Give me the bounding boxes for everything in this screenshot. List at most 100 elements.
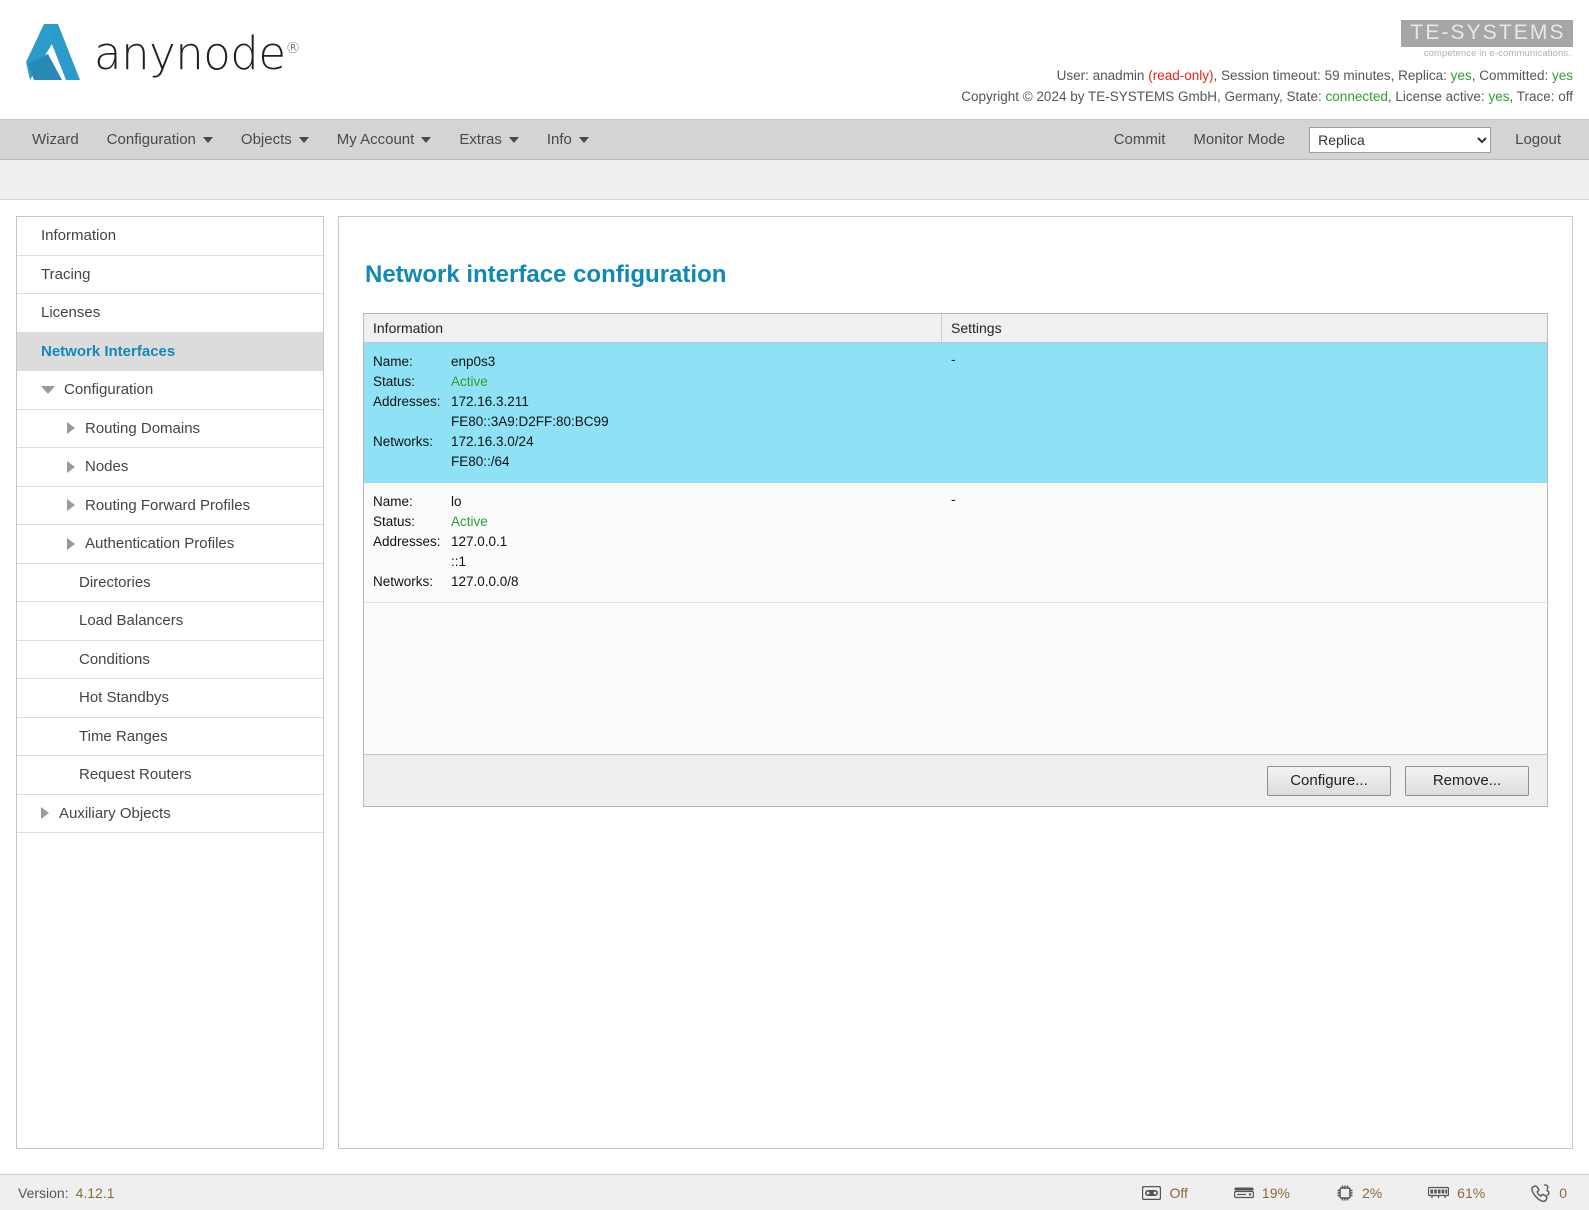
app-header: anynode® TE-SYSTEMS competence in e-comm… <box>0 0 1589 120</box>
triangle-right-icon[interactable] <box>67 499 75 512</box>
nav-item-label: Wizard <box>32 131 79 148</box>
chevron-down-icon <box>421 136 432 143</box>
license-active-value: yes <box>1488 88 1510 104</box>
sidebar-item-auxiliary-objects[interactable]: Auxiliary Objects <box>17 795 323 833</box>
triangle-right-icon[interactable] <box>41 807 49 820</box>
te-systems-tagline: competence in e-communications. <box>1423 48 1571 60</box>
triangle-right-icon[interactable] <box>67 460 75 473</box>
interface-networks-field: Networks: 127.0.0.0/8 <box>373 572 933 592</box>
table-row[interactable]: Name: enp0s3 Status: Active Addresses: 172.16… <box>364 343 1547 483</box>
sidebar-item-conditions[interactable]: Conditions <box>17 641 323 679</box>
sidebar-item-configuration[interactable]: Configuration <box>17 371 323 410</box>
interface-networks-label: Networks: <box>373 434 434 449</box>
sidebar-item-directories[interactable]: Directories <box>17 564 323 602</box>
triangle-down-icon[interactable] <box>41 385 55 394</box>
interface-status-value: Active <box>451 374 488 389</box>
sidebar-item-nodes[interactable]: Nodes <box>17 448 323 487</box>
sidebar-item-load-balancers[interactable]: Load Balancers <box>17 602 323 641</box>
status-bar: Version: 4.12.1 Off 19% 2% 61% 0 <box>0 1174 1589 1210</box>
committed-value: yes <box>1551 68 1573 83</box>
license-active-label: , License active: <box>1387 88 1485 104</box>
sidebar-item-label: Nodes <box>85 458 129 476</box>
sidebar-item-label: Routing Domains <box>85 419 201 437</box>
interface-addresses-field: Addresses: 127.0.0.1 ::1 <box>373 532 933 572</box>
sidebar-item-authentication-profiles[interactable]: Authentication Profiles <box>17 525 323 564</box>
column-header-information: Information <box>364 314 942 342</box>
interface-name-value: enp0s3 <box>451 354 496 369</box>
session-status: User: anadmin (read-only), Session timeo… <box>961 66 1573 108</box>
logout-button[interactable]: Logout <box>1501 125 1575 154</box>
sidebar-item-label: Directories <box>79 573 151 591</box>
sidebar-navigation: Information Tracing Licenses Network Interf… <box>16 216 324 1149</box>
registered-mark: ® <box>285 38 301 57</box>
session-timeout-value: 59 minutes <box>1324 68 1391 83</box>
interface-name-label: Name: <box>373 354 413 369</box>
interface-name-value: lo <box>451 494 462 509</box>
status-bar-metrics: Off 19% 2% 61% 0 <box>1142 1183 1567 1202</box>
nav-item-label: My Account <box>336 131 415 148</box>
interface-status-value: Active <box>451 514 488 529</box>
anynode-logo-mark <box>26 24 80 80</box>
sidebar-item-tracing[interactable]: Tracing <box>17 256 323 294</box>
sidebar-item-network-interfaces[interactable]: Network Interfaces <box>17 332 323 371</box>
nav-item-objects[interactable]: Objects <box>227 125 323 154</box>
session-timeout-label: , Session timeout: <box>1213 68 1321 83</box>
table-cell-settings: - <box>951 352 956 367</box>
user-mode-badge: (read-only) <box>1148 68 1214 83</box>
chevron-down-icon <box>202 136 213 143</box>
nav-item-label: Configuration <box>106 131 196 148</box>
version-value: 4.12.1 <box>75 1184 115 1201</box>
triangle-right-icon[interactable] <box>67 537 75 550</box>
sidebar-item-routing-domains[interactable]: Routing Domains <box>17 410 323 448</box>
table-cell-information: Name: lo Status: Active Addresses: 127.0.0.1 … <box>364 483 942 602</box>
monitor-mode-button[interactable]: Monitor Mode <box>1179 125 1299 154</box>
te-systems-name: TE-SYSTEMS <box>1401 20 1573 48</box>
sidebar-item-label: Load Balancers <box>79 612 184 630</box>
status-metric-value: Off <box>1169 1184 1188 1201</box>
remove-button[interactable]: Remove... <box>1405 765 1529 796</box>
configure-button[interactable]: Configure... <box>1267 765 1391 796</box>
interface-networks-value: 172.16.3.0/24 FE80::/64 <box>451 434 534 469</box>
status-metric-memory-ram: 61% <box>1428 1185 1485 1201</box>
sidebar-item-hot-standbys[interactable]: Hot Standbys <box>17 679 323 718</box>
nav-item-label: Extras <box>459 131 502 148</box>
sidebar-item-routing-forward-profiles[interactable]: Routing Forward Profiles <box>17 487 323 525</box>
copyright-text: Copyright © 2024 by TE-SYSTEMS GmbH, Ger… <box>961 88 1322 104</box>
version-label: Version: <box>18 1184 69 1201</box>
chevron-down-icon <box>508 136 519 143</box>
sidebar-item-request-routers[interactable]: Request Routers <box>17 756 323 795</box>
main-navigation-bar: Wizard Configuration Objects My Account Extr… <box>0 120 1589 160</box>
sidebar-item-information[interactable]: Information <box>17 217 323 256</box>
nav-item-configuration[interactable]: Configuration <box>93 125 227 154</box>
commit-button[interactable]: Commit <box>1100 125 1180 154</box>
replica-label: , Replica: <box>1390 68 1447 83</box>
te-systems-logo: TE-SYSTEMS competence in e-communication… <box>1401 20 1573 59</box>
nav-item-extras[interactable]: Extras <box>445 125 533 154</box>
column-header-settings: Settings <box>951 320 1002 336</box>
nav-right-group: Commit Monitor Mode Replica Logout <box>1100 125 1575 154</box>
sidebar-item-label: Authentication Profiles <box>85 535 235 553</box>
committed-label: , Committed: <box>1471 68 1549 83</box>
nav-item-info[interactable]: Info <box>533 125 603 154</box>
sidebar-item-label: Information <box>41 227 117 245</box>
sidebar-item-time-ranges[interactable]: Time Ranges <box>17 718 323 756</box>
sidebar-item-label: Network Interfaces <box>41 342 176 360</box>
status-metric-hard-disk: 19% <box>1233 1185 1290 1201</box>
sidebar-item-label: Routing Forward Profiles <box>85 496 251 514</box>
interface-addresses-label: Addresses: <box>373 534 441 549</box>
phone-calls-icon <box>1531 1183 1551 1202</box>
interface-addresses-value: 172.16.3.211 FE80::3A9:D2FF:80:BC99 <box>451 394 609 429</box>
sidebar-item-label: Request Routers <box>79 766 192 784</box>
status-metric-tape-recorder: Off <box>1142 1184 1188 1201</box>
toolbar-strip <box>0 160 1589 200</box>
triangle-right-icon[interactable] <box>67 422 75 435</box>
user-name: anadmin <box>1092 68 1145 83</box>
table-row[interactable]: Name: lo Status: Active Addresses: 127.0.0.1 … <box>364 483 1547 603</box>
sidebar-item-licenses[interactable]: Licenses <box>17 294 323 333</box>
nav-item-wizard[interactable]: Wizard <box>18 125 93 154</box>
table-body: Name: enp0s3 Status: Active Addresses: 172.16… <box>364 343 1547 754</box>
status-metric-value: 2% <box>1361 1184 1383 1201</box>
mode-select[interactable]: Replica <box>1309 126 1492 153</box>
interface-name-label: Name: <box>373 494 413 509</box>
nav-item-my-account[interactable]: My Account <box>323 125 446 154</box>
